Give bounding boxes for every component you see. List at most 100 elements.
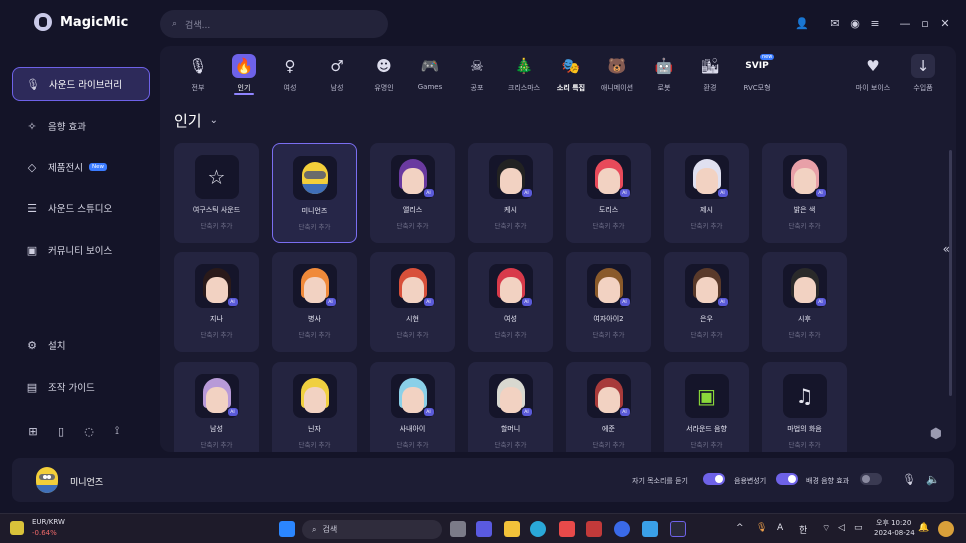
section-title[interactable]: 인기 ⌄ <box>174 110 218 131</box>
voice-card[interactable]: AI 사내아이 단축키 추가 <box>370 362 455 452</box>
voice-card[interactable]: AI 시후 단축키 추가 <box>762 252 847 352</box>
battery-icon[interactable]: ▭ <box>854 523 863 533</box>
clock-time[interactable]: 오후 10:20 <box>876 518 911 528</box>
add-shortcut-link[interactable]: 단축키 추가 <box>593 220 625 230</box>
sidebar-item-guide[interactable]: ▤ 조작 가이드 <box>12 370 150 404</box>
chat-icon[interactable]: ◌ <box>82 424 96 438</box>
category-male[interactable]: ♂ 남성 <box>314 54 360 100</box>
category-horror[interactable]: ☠ 공포 <box>454 54 500 100</box>
voice-card[interactable]: AI 남성 단축키 추가 <box>174 362 259 452</box>
discord-icon[interactable]: ◉ <box>848 16 862 30</box>
add-shortcut-link[interactable]: 단축키 추가 <box>299 329 331 339</box>
category-female[interactable]: ♀ 여성 <box>267 54 313 100</box>
stock-name[interactable]: EUR/KRW <box>32 518 65 526</box>
clock-date[interactable]: 2024-08-24 <box>874 529 915 537</box>
chevron-up-icon[interactable]: ^ <box>736 523 744 533</box>
sidebar-item-settings[interactable]: ⚙ 설치 <box>12 328 150 362</box>
mobile-icon[interactable]: ▯ <box>54 424 68 438</box>
category-special[interactable]: 🎭 소리 특집 <box>548 54 594 100</box>
add-shortcut-link[interactable]: 단축키 추가 <box>593 439 625 449</box>
add-shortcut-link[interactable]: 단축키 추가 <box>495 439 527 449</box>
task-view-icon[interactable] <box>450 521 466 537</box>
voice-card[interactable]: AI 시현 단축키 추가 <box>370 252 455 352</box>
category-import[interactable]: ↓ 수입품 <box>900 54 946 100</box>
voice-card[interactable]: ☆ 여구스틱 사운드 단축키 추가 <box>174 143 259 243</box>
add-shortcut-link[interactable]: 단축키 추가 <box>299 439 331 449</box>
voice-card[interactable]: AI 도리스 단축키 추가 <box>566 143 651 243</box>
category-rvc[interactable]: SVIP new RVC모형 <box>734 54 780 100</box>
voice-changer-toggle[interactable] <box>776 473 798 485</box>
voice-card[interactable]: AI 밝은 색 단축키 추가 <box>762 143 847 243</box>
wifi-icon[interactable]: ⌔ <box>822 523 830 534</box>
add-shortcut-link[interactable]: 단축키 추가 <box>495 329 527 339</box>
category-environment[interactable]: 🏙 환경 <box>687 54 733 100</box>
sidebar-item-products[interactable]: ◇ 제품전시 New <box>12 150 150 184</box>
scrollbar[interactable] <box>949 150 952 396</box>
copilot-icon[interactable] <box>938 521 954 537</box>
add-shortcut-link[interactable]: 단축키 추가 <box>691 439 723 449</box>
voice-card[interactable]: ▣ 서라운드 음향 단축키 추가 <box>664 362 749 452</box>
add-shortcut-link[interactable]: 단축키 추가 <box>789 220 821 230</box>
file-explorer-icon[interactable] <box>504 521 520 537</box>
user-icon[interactable]: 👤 <box>795 16 809 30</box>
voice-card[interactable]: AI 병사 단축키 추가 <box>272 252 357 352</box>
voice-card[interactable]: AI 은우 단축키 추가 <box>664 252 749 352</box>
app-icon[interactable] <box>614 521 630 537</box>
add-shortcut-link[interactable]: 단축키 추가 <box>201 329 233 339</box>
category-all[interactable]: 🎙 전부 <box>175 54 221 100</box>
close-icon[interactable]: ✕ <box>938 16 952 30</box>
ime-indicator[interactable]: A <box>777 523 783 533</box>
microphone-icon[interactable]: 🎙 <box>902 473 916 486</box>
app-icon[interactable] <box>586 521 602 537</box>
search-input[interactable]: 검색... <box>185 18 210 31</box>
taskbar-search[interactable]: ⌕ 검색 <box>302 520 442 539</box>
voice-card[interactable]: ♫ 마법의 화음 단축키 추가 <box>762 362 847 452</box>
add-shortcut-link[interactable]: 단축키 추가 <box>495 220 527 230</box>
minimize-icon[interactable]: — <box>898 16 912 30</box>
add-shortcut-link[interactable]: 단축키 추가 <box>201 220 233 230</box>
volume-icon[interactable]: ◁ <box>838 523 845 533</box>
hear-self-toggle[interactable] <box>703 473 725 485</box>
background-effect-toggle[interactable] <box>860 473 882 485</box>
restore-icon[interactable]: ▫ <box>918 16 932 30</box>
voice-card[interactable]: 닌자 단축키 추가 <box>272 362 357 452</box>
microphone-icon[interactable]: 🎙 <box>756 523 767 533</box>
voice-card[interactable]: AI 에준 단축키 추가 <box>566 362 651 452</box>
voice-card[interactable]: AI 제시 단축키 추가 <box>664 143 749 243</box>
category-christmas[interactable]: 🎄 크리스마스 <box>501 54 547 100</box>
voice-card[interactable]: AI 앨리스 단축키 추가 <box>370 143 455 243</box>
sidebar-item-sound-studio[interactable]: ☰ 사운드 스튜디오 <box>12 191 150 225</box>
notification-icon[interactable]: 🔔 <box>918 523 929 533</box>
add-shortcut-link[interactable]: 단축키 추가 <box>397 439 429 449</box>
voice-card[interactable]: AI 여자아이2 단축키 추가 <box>566 252 651 352</box>
category-my-voice[interactable]: ♥ 마이 보이스 <box>847 54 899 100</box>
dice-icon[interactable]: ⬢ <box>930 426 942 442</box>
voice-card[interactable]: 미니언즈 단축키 추가 <box>272 143 357 243</box>
language-indicator[interactable]: 한 <box>799 523 807 536</box>
share-icon[interactable]: ⟟ <box>110 424 124 438</box>
voice-card[interactable]: AI 지나 단축키 추가 <box>174 252 259 352</box>
search-box[interactable]: ⌕ 검색... <box>160 10 388 38</box>
magicmic-taskbar-icon[interactable] <box>670 521 686 537</box>
category-animation[interactable]: 🐻 애니메이션 <box>594 54 640 100</box>
windows-start-icon[interactable] <box>279 521 295 537</box>
sidebar-item-community-voice[interactable]: ▣ 커뮤니티 보이스 <box>12 233 150 267</box>
speaker-icon[interactable]: 🔈 <box>926 473 940 486</box>
add-shortcut-link[interactable]: 단축키 추가 <box>299 221 331 231</box>
add-shortcut-link[interactable]: 단축키 추가 <box>789 329 821 339</box>
edge-browser-icon[interactable] <box>530 521 546 537</box>
sidebar-item-sound-library[interactable]: 🎙 사운드 라이브러리 <box>12 67 150 101</box>
add-shortcut-link[interactable]: 단축키 추가 <box>593 329 625 339</box>
category-robot[interactable]: 🤖 로봇 <box>641 54 687 100</box>
teams-icon[interactable] <box>476 521 492 537</box>
sidebar-item-sound-effects[interactable]: ✧ 음향 효과 <box>12 109 150 143</box>
add-shortcut-link[interactable]: 단축키 추가 <box>691 220 723 230</box>
voice-card[interactable]: AI 할머니 단축키 추가 <box>468 362 553 452</box>
add-shortcut-link[interactable]: 단축키 추가 <box>397 329 429 339</box>
voice-card[interactable]: AI 케시 단축키 추가 <box>468 143 553 243</box>
toolbox-icon[interactable]: ⊞ <box>26 424 40 438</box>
voice-card[interactable]: AI 여성 단축키 추가 <box>468 252 553 352</box>
mail-icon[interactable]: ✉ <box>828 16 842 30</box>
category-celebrity[interactable]: ☻ 유명인 <box>361 54 407 100</box>
add-shortcut-link[interactable]: 단축키 추가 <box>397 220 429 230</box>
